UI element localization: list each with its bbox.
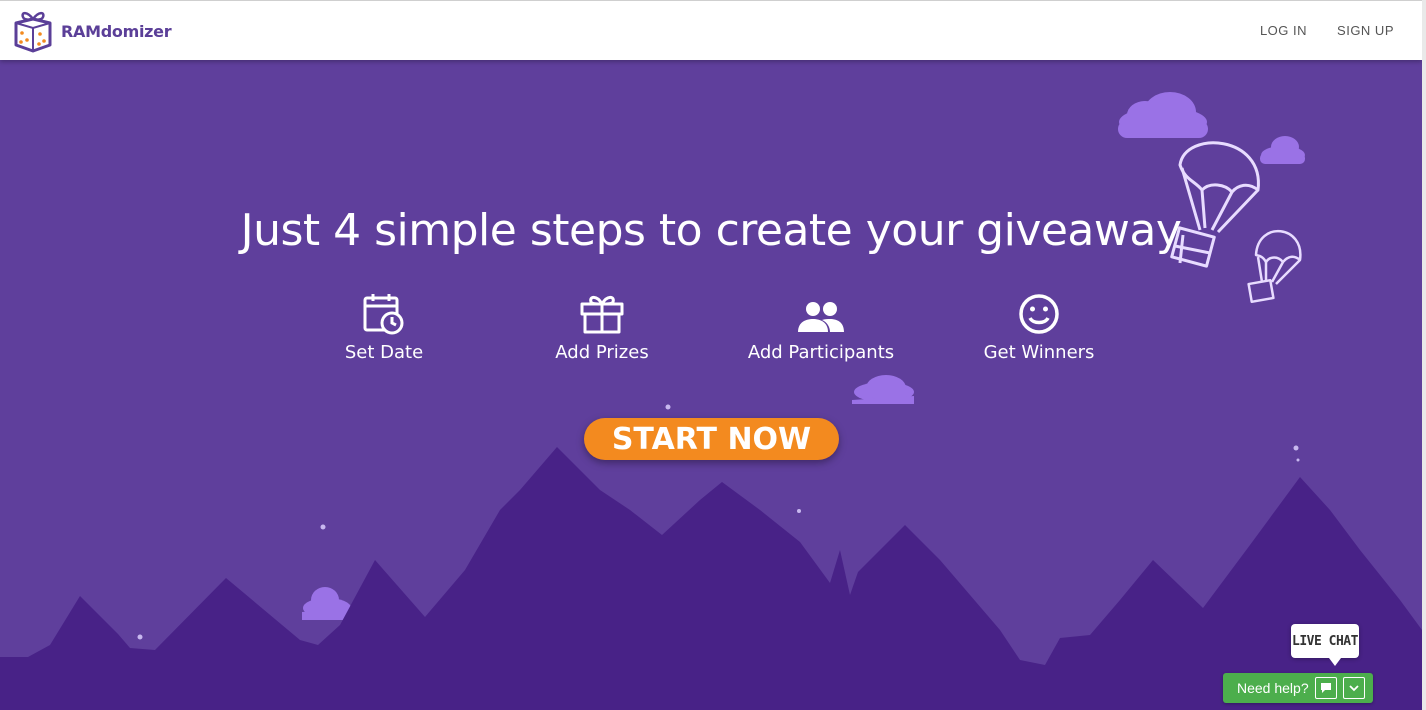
minimize-chat-button[interactable] [1342, 677, 1365, 699]
step-label: Add Participants [747, 342, 895, 363]
step-add-prizes: Add Prizes [502, 290, 702, 363]
calendar-clock-icon [363, 294, 404, 335]
help-chat-bar[interactable]: Need help? [1223, 673, 1373, 703]
step-label: Add Prizes [555, 342, 649, 363]
step-add-participants: Add Participants [721, 290, 921, 363]
chat-message-button[interactable] [1314, 677, 1337, 699]
bubble-tail [1329, 658, 1341, 666]
smiley-icon [1019, 294, 1059, 334]
hero-background [0, 60, 1422, 710]
step-label: Set Date [344, 342, 424, 363]
need-help-label[interactable]: Need help? [1237, 680, 1309, 696]
signup-link[interactable]: SIGN UP [1337, 23, 1394, 38]
live-chat-bubble[interactable]: LIVE CHAT [1291, 624, 1359, 666]
page-scrollbar[interactable] [1422, 0, 1426, 710]
brand-logo[interactable]: RAMdomizer [12, 9, 172, 53]
chevron-down-icon [1348, 685, 1359, 692]
step-label: Get Winners [983, 342, 1095, 363]
gift-box-logo-icon [14, 11, 52, 53]
top-nav: LOG IN SIGN UP [1260, 23, 1394, 38]
start-now-button[interactable]: START NOW [584, 418, 839, 460]
step-set-date: Set Date [284, 290, 484, 363]
chat-icon [1320, 683, 1331, 693]
hero-section: Just 4 simple steps to create your givea… [0, 60, 1422, 710]
people-icon [798, 302, 844, 332]
live-chat-label: LIVE CHAT [1292, 633, 1358, 649]
step-get-winners: Get Winners [939, 290, 1139, 363]
hero-headline: Just 4 simple steps to create your givea… [240, 205, 1182, 256]
top-navbar: RAMdomizer LOG IN SIGN UP [0, 0, 1422, 60]
brand-name: RAMdomizer [61, 21, 172, 41]
login-link[interactable]: LOG IN [1260, 23, 1307, 38]
gift-icon [580, 295, 624, 334]
